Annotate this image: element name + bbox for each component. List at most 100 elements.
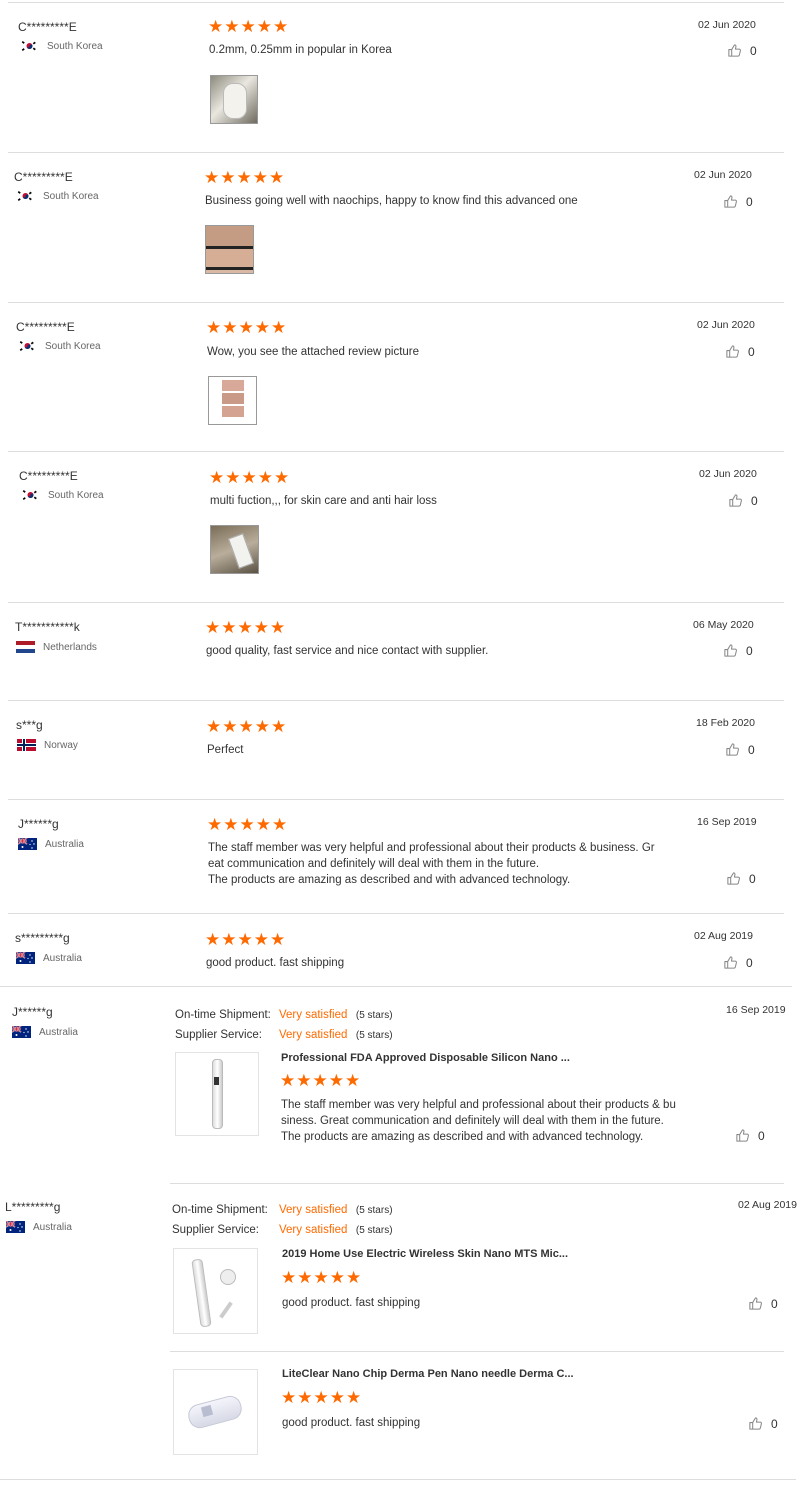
- review-date: 02 Aug 2019: [738, 1199, 797, 1211]
- product-image[interactable]: [175, 1052, 259, 1136]
- product-title[interactable]: Professional FDA Approved Disposable Sil…: [281, 1052, 570, 1064]
- like-count: 0: [748, 344, 755, 359]
- like-button[interactable]: 0: [725, 742, 755, 757]
- review-date: 18 Feb 2020: [696, 717, 755, 729]
- reviewer-name: C*********E: [16, 320, 75, 334]
- service-rating: Supplier Service: Very satisfied (5 stars…: [175, 1025, 393, 1043]
- product-image[interactable]: [173, 1369, 258, 1455]
- reviewer-country: Australia: [16, 952, 82, 964]
- like-button[interactable]: 0: [748, 1296, 778, 1311]
- review-text-line: siness. Great communication and definite…: [281, 1115, 664, 1127]
- like-button[interactable]: 0: [735, 1128, 765, 1143]
- country-label: South Korea: [47, 40, 103, 52]
- like-button[interactable]: 0: [726, 871, 756, 886]
- reviewer-name: C*********E: [18, 20, 77, 34]
- country-label: South Korea: [48, 489, 104, 501]
- like-button[interactable]: 0: [723, 643, 753, 658]
- review-date: 02 Jun 2020: [697, 319, 755, 331]
- star-rating: ★★★★★: [209, 468, 291, 487]
- service-count: (5 stars): [355, 1225, 393, 1236]
- review-text-line: The products are amazing as described an…: [208, 874, 571, 886]
- like-count: 0: [751, 493, 758, 508]
- thumbs-up-icon: [727, 43, 742, 58]
- reviewer-country: Australia: [18, 838, 84, 850]
- like-button[interactable]: 0: [727, 43, 757, 58]
- review-photo[interactable]: [210, 525, 259, 574]
- review-text: Perfect: [207, 744, 244, 756]
- reviewer-country: Australia: [6, 1221, 72, 1233]
- like-button[interactable]: 0: [725, 344, 755, 359]
- thumbs-up-icon: [748, 1296, 763, 1311]
- country-label: Australia: [45, 838, 84, 850]
- review-text: good product. fast shipping: [282, 1297, 421, 1309]
- like-count: 0: [746, 194, 753, 209]
- divider: [8, 700, 784, 701]
- australia-flag-icon: [16, 952, 35, 964]
- country-label: Norway: [44, 739, 78, 751]
- service-value: Very satisfied: [279, 1224, 348, 1236]
- shipment-value: Very satisfied: [279, 1204, 348, 1216]
- product-image[interactable]: [173, 1248, 258, 1334]
- divider: [8, 602, 784, 603]
- review-date: 06 May 2020: [693, 619, 754, 631]
- south-korea-flag-icon: [18, 340, 37, 352]
- star-rating: ★★★★★: [208, 17, 290, 36]
- like-button[interactable]: 0: [728, 493, 758, 508]
- south-korea-flag-icon: [21, 489, 40, 501]
- reviewer-country: South Korea: [20, 40, 103, 52]
- review-text: The staff member was very helpful and pr…: [208, 840, 678, 888]
- thumbs-up-icon: [723, 955, 738, 970]
- service-count: (5 stars): [355, 1030, 393, 1041]
- reviewer-country: Australia: [12, 1026, 78, 1038]
- like-count: 0: [750, 43, 757, 58]
- review-date: 02 Jun 2020: [698, 19, 756, 31]
- thumbs-up-icon: [748, 1416, 763, 1431]
- reviewer-name: J******g: [18, 817, 59, 831]
- review-text: Business going well with naochips, happy…: [205, 195, 578, 207]
- star-rating: ★★★★★: [280, 1071, 362, 1090]
- country-label: Netherlands: [43, 641, 97, 653]
- thumbs-up-icon: [735, 1128, 750, 1143]
- star-rating: ★★★★★: [281, 1388, 363, 1407]
- shipment-rating: On-time Shipment: Very satisfied (5 stars…: [175, 1005, 393, 1023]
- star-rating: ★★★★★: [204, 168, 286, 187]
- shipment-label: On-time Shipment:: [175, 1009, 271, 1021]
- divider: [8, 913, 784, 914]
- like-count: 0: [771, 1296, 778, 1311]
- review-text: multi fuction,,, for skin care and anti …: [210, 495, 437, 507]
- service-label: Supplier Service:: [175, 1029, 262, 1041]
- thumbs-up-icon: [725, 344, 740, 359]
- reviewer-name: s*********g: [15, 931, 70, 945]
- like-count: 0: [749, 871, 756, 886]
- netherlands-flag-icon: [16, 641, 35, 653]
- reviewer-name: C*********E: [19, 469, 78, 483]
- star-rating: ★★★★★: [205, 618, 287, 637]
- australia-flag-icon: [18, 838, 37, 850]
- like-button[interactable]: 0: [748, 1416, 778, 1431]
- country-label: Australia: [43, 952, 82, 964]
- star-rating: ★★★★★: [205, 930, 287, 949]
- review-photo[interactable]: [205, 225, 254, 274]
- like-count: 0: [758, 1128, 765, 1143]
- review-photo[interactable]: [210, 75, 258, 124]
- divider: [8, 799, 784, 800]
- like-count: 0: [746, 643, 753, 658]
- divider: [8, 152, 784, 153]
- product-title[interactable]: 2019 Home Use Electric Wireless Skin Nan…: [282, 1248, 568, 1260]
- product-title[interactable]: LiteClear Nano Chip Derma Pen Nano needl…: [282, 1368, 574, 1380]
- reviewer-name: T***********k: [15, 620, 80, 634]
- review-photo[interactable]: [208, 376, 257, 425]
- like-button[interactable]: 0: [723, 194, 753, 209]
- review-text-line: The staff member was very helpful and pr…: [281, 1099, 676, 1111]
- review-text-line: eat communication and definitely will de…: [208, 858, 540, 870]
- review-date: 16 Sep 2019: [726, 1004, 786, 1016]
- thumbs-up-icon: [728, 493, 743, 508]
- reviewer-country: South Korea: [18, 340, 101, 352]
- south-korea-flag-icon: [16, 190, 35, 202]
- reviewer-country: Norway: [17, 739, 78, 751]
- review-text: good quality, fast service and nice cont…: [206, 645, 489, 657]
- like-button[interactable]: 0: [723, 955, 753, 970]
- like-count: 0: [746, 955, 753, 970]
- divider: [8, 302, 784, 303]
- thumbs-up-icon: [723, 643, 738, 658]
